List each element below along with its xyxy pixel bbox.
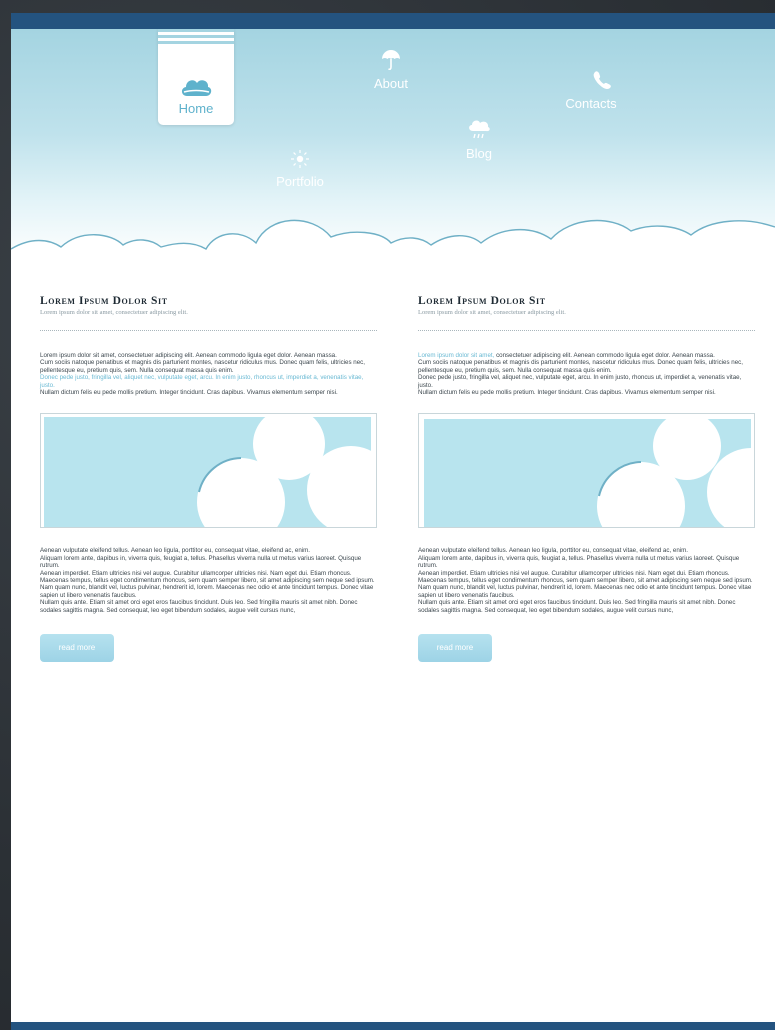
post-details: Aenean vulputate eleifend tellus. Aenean… <box>40 547 377 614</box>
detail-paragraph: Aenean vulputate eleifend tellus. Aenean… <box>418 547 689 555</box>
post-title: Lorem Ipsum Dolor Sit <box>418 295 546 307</box>
nav-contacts[interactable]: Contacts <box>556 69 626 111</box>
intro-paragraph: Cum sociis natoque penatibus et magnis d… <box>418 359 743 374</box>
nav-blog-label: Blog <box>465 146 493 161</box>
detail-paragraph: Maecenas tempus, tellus eget condimentum… <box>418 577 753 585</box>
home-tab-stripes <box>158 29 234 47</box>
detail-paragraph: Nam quam nunc, blandit vel, luctus pulvi… <box>40 584 374 599</box>
phone-icon <box>578 69 626 94</box>
intro-link[interactable]: Donec pede justo, fringilla vel, aliquet… <box>40 374 377 389</box>
detail-paragraph: Aenean vulputate eleifend tellus. Aenean… <box>40 547 311 555</box>
post-left: Lorem Ipsum Dolor Sit Lorem ipsum dolor … <box>40 295 377 663</box>
bottom-bar <box>11 1022 775 1030</box>
sun-icon <box>269 149 331 172</box>
nav-portfolio[interactable]: Portfolio <box>269 149 331 189</box>
dotted-divider <box>40 330 377 331</box>
post-subtitle: Lorem ipsum dolor sit amet, consectetuer… <box>40 309 188 316</box>
post-subtitle: Lorem ipsum dolor sit amet, consectetuer… <box>418 309 566 316</box>
read-more-button[interactable]: read more <box>418 634 492 663</box>
post-image <box>40 413 377 529</box>
cloud-icon <box>179 74 213 103</box>
page: Home About Contacts Blog Portfolio Lorem… <box>11 13 775 1030</box>
post-image <box>418 413 755 529</box>
detail-paragraph: Nam quam nunc, blandit vel, luctus pulvi… <box>418 584 752 599</box>
detail-paragraph: Aenean imperdiet. Etiam ultricies nisi v… <box>40 569 352 577</box>
header: Home About Contacts Blog Portfolio <box>11 29 775 261</box>
detail-paragraph: Aenean imperdiet. Etiam ultricies nisi v… <box>418 569 730 577</box>
nav-about-label: About <box>374 76 408 91</box>
dotted-divider <box>418 330 755 331</box>
post-right: Lorem Ipsum Dolor Sit Lorem ipsum dolor … <box>418 295 755 663</box>
intro-paragraph: Lorem ipsum dolor sit amet, consectetuer… <box>418 352 715 359</box>
intro-paragraph: Cum sociis natoque penatibus et magnis d… <box>40 359 365 374</box>
detail-paragraph: Aliquam lorem ante, dapibus in, viverra … <box>40 554 362 570</box>
post-intro: Lorem ipsum dolor sit amet, consectetuer… <box>418 352 755 396</box>
detail-paragraph: Nullam quis ante. Etiam sit amet orci eg… <box>418 599 736 614</box>
nav-contacts-label: Contacts <box>565 96 617 111</box>
post-details: Aenean vulputate eleifend tellus. Aenean… <box>418 547 755 614</box>
umbrella-icon <box>366 49 416 74</box>
cloud-band <box>11 219 775 261</box>
read-more-button[interactable]: read more <box>40 634 114 663</box>
intro-paragraph: Nullam dictum felis eu pede mollis preti… <box>40 389 338 397</box>
nav-portfolio-label: Portfolio <box>276 174 324 189</box>
detail-paragraph: Nullam quis ante. Etiam sit amet orci eg… <box>40 599 358 614</box>
intro-paragraph: Lorem ipsum dolor sit amet, consectetuer… <box>40 352 337 359</box>
nav-blog[interactable]: Blog <box>456 119 502 161</box>
post-title: Lorem Ipsum Dolor Sit <box>40 295 168 307</box>
detail-paragraph: Maecenas tempus, tellus eget condimentum… <box>40 577 375 585</box>
cloud-rain-icon <box>456 119 502 144</box>
detail-paragraph: Aliquam lorem ante, dapibus in, viverra … <box>418 554 740 570</box>
nav-home[interactable]: Home <box>158 29 234 125</box>
top-bar <box>11 13 775 29</box>
intro-link[interactable]: Lorem ipsum dolor sit amet, <box>418 352 494 359</box>
nav-about[interactable]: About <box>366 49 416 91</box>
intro-paragraph: Donec pede justo, fringilla vel, aliquet… <box>418 374 742 389</box>
nav-home-label: Home <box>178 101 214 116</box>
intro-paragraph: Nullam dictum felis eu pede mollis preti… <box>418 389 716 397</box>
post-intro: Lorem ipsum dolor sit amet, consectetuer… <box>40 352 377 396</box>
